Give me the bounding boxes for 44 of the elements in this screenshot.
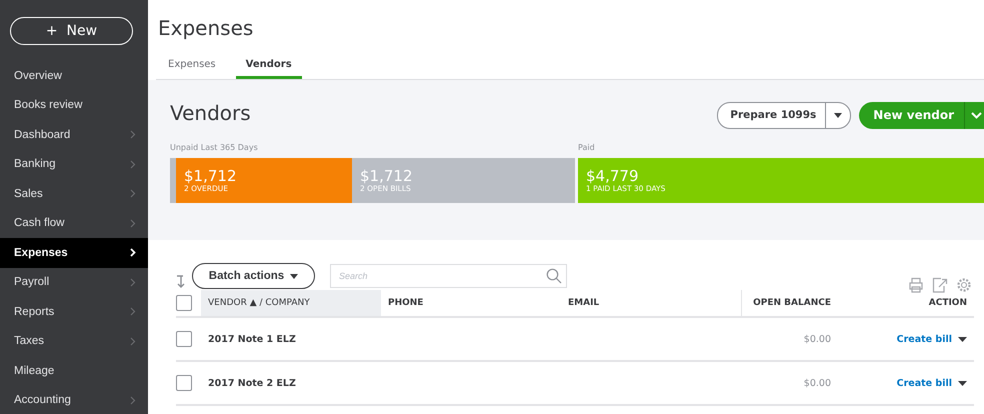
sidebar-item[interactable]: Dashboard — [0, 120, 148, 150]
sidebar-item[interactable]: Reports — [0, 297, 148, 326]
sidebar-item[interactable]: Overview — [0, 61, 148, 90]
caret-icon[interactable] — [958, 336, 967, 342]
create-bill-link[interactable]: Create bill — [896, 378, 952, 388]
sidebar-item[interactable]: Mileage — [0, 356, 148, 386]
sidebar-item[interactable]: Payroll — [0, 268, 148, 297]
batch-actions-button[interactable]: Batch actions — [192, 263, 315, 289]
sidebar-item[interactable]: Sales — [0, 179, 148, 208]
new-button[interactable]: + New — [10, 17, 133, 45]
chevron-down-icon[interactable] — [971, 112, 982, 119]
sidebar-item[interactable]: Taxes — [0, 326, 148, 356]
column-header[interactable]: OPEN BALANCE — [741, 290, 838, 316]
sidebar-item[interactable]: Accounting — [0, 386, 148, 414]
row-checkbox[interactable] — [176, 375, 192, 391]
column-header[interactable]: PHONE — [381, 290, 561, 316]
export-icon[interactable] — [932, 277, 948, 293]
column-header[interactable]: ACTION — [838, 290, 974, 316]
caret-icon[interactable] — [958, 380, 967, 386]
section-title: Vendors — [170, 100, 251, 124]
caret-icon[interactable] — [834, 113, 842, 118]
print-icon[interactable] — [908, 277, 924, 293]
tab[interactable]: Expenses — [158, 55, 226, 79]
sidebar-item[interactable]: Expenses — [0, 238, 148, 268]
unpaid-label: Unpaid Last 365 Days — [170, 143, 259, 154]
balance-cell: $0.00 — [804, 378, 831, 388]
sidebar-item[interactable]: Books review — [0, 90, 148, 120]
caret-icon — [290, 274, 298, 278]
vendor-cell[interactable]: 2017 Note 1 ELZ — [201, 334, 381, 344]
balance-cell: $0.00 — [804, 334, 831, 344]
prepare-split-button[interactable]: Prepare 1099s — [717, 102, 852, 129]
settings-icon[interactable] — [956, 277, 972, 293]
sidebar-item[interactable]: Banking — [0, 150, 148, 179]
row-checkbox[interactable] — [176, 331, 192, 347]
column-header[interactable]: VENDOR ▲ / COMPANY — [201, 290, 381, 316]
paid-label: Paid — [578, 143, 596, 154]
select-all-checkbox[interactable] — [176, 295, 192, 311]
column-header[interactable]: EMAIL — [561, 290, 741, 316]
search-icon[interactable] — [546, 268, 562, 284]
create-bill-link[interactable]: Create bill — [896, 334, 952, 344]
sidebar-item[interactable]: Cash flow — [0, 208, 148, 238]
search-field[interactable]: Search — [330, 264, 567, 288]
page-title: Expenses — [158, 16, 254, 40]
vendor-cell[interactable]: 2017 Note 2 ELZ — [201, 378, 381, 388]
